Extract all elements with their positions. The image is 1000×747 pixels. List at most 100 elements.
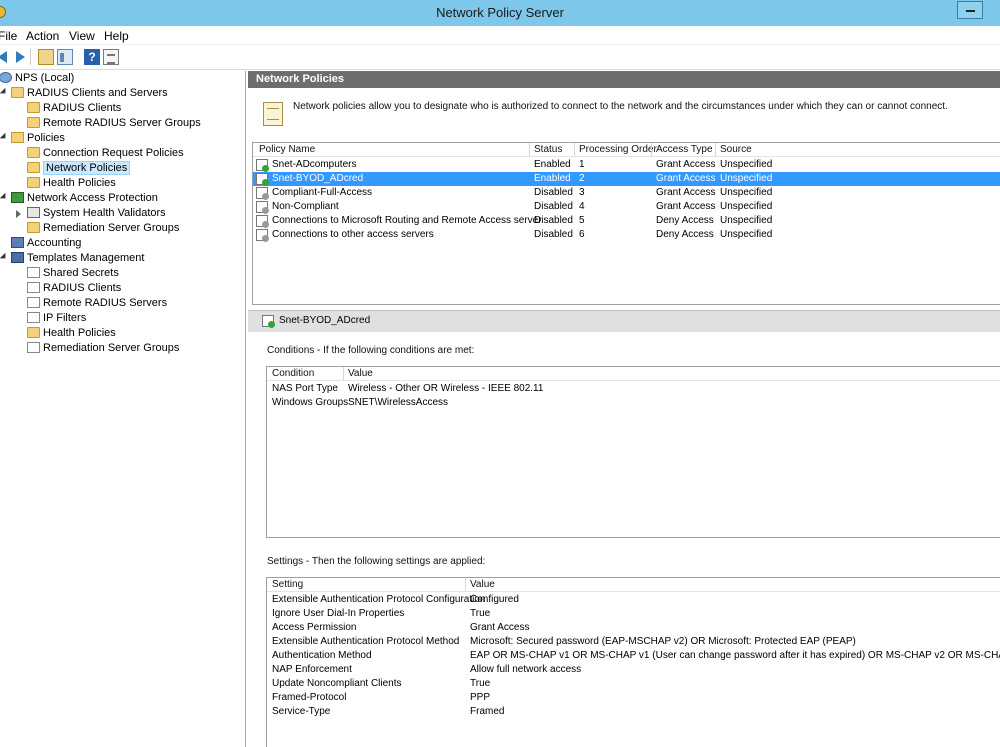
- policy-status: Disabled: [534, 229, 573, 240]
- help-icon[interactable]: ?: [84, 49, 100, 65]
- column-header-policy-name[interactable]: Policy Name: [259, 144, 315, 155]
- condition-name: NAS Port Type: [272, 383, 338, 394]
- tree-item-shared-secrets[interactable]: Shared Secrets: [27, 266, 119, 281]
- settings-list[interactable]: Setting Value Extensible Authentication …: [266, 577, 1000, 747]
- folder-icon: [27, 222, 40, 233]
- tree-item-remote-radius-servers[interactable]: Remote RADIUS Servers: [27, 296, 167, 311]
- templates-icon: [11, 252, 24, 263]
- menu-help[interactable]: Help: [104, 29, 129, 43]
- table-row-selected[interactable]: Snet-BYOD_ADcred Enabled 2 Grant Access …: [253, 172, 1000, 186]
- setting-name: Service-Type: [272, 706, 331, 717]
- table-row[interactable]: Authentication Method EAP OR MS-CHAP v1 …: [267, 649, 1000, 663]
- policy-name: Snet-BYOD_ADcred: [272, 173, 364, 184]
- setting-name: Extensible Authentication Protocol Metho…: [272, 636, 460, 647]
- setting-name: Authentication Method: [272, 650, 372, 661]
- column-header-status[interactable]: Status: [534, 144, 562, 155]
- tree-item-template-radius-clients[interactable]: RADIUS Clients: [27, 281, 121, 296]
- policy-source: Unspecified: [720, 187, 773, 198]
- table-row[interactable]: Extensible Authentication Protocol Metho…: [267, 635, 1000, 649]
- column-header-processing-order[interactable]: Processing Order: [579, 144, 657, 155]
- table-row[interactable]: Windows Groups SNET\WirelessAccess: [267, 396, 1000, 410]
- table-row[interactable]: Ignore User Dial-In Properties True: [267, 607, 1000, 621]
- table-row[interactable]: Connections to Microsoft Routing and Rem…: [253, 214, 1000, 228]
- condition-value: SNET\WirelessAccess: [348, 397, 449, 408]
- table-row[interactable]: Non-Compliant Disabled 4 Grant Access Un…: [253, 200, 1000, 214]
- policy-order: 1: [579, 159, 585, 170]
- tree-item-template-health-policies[interactable]: Health Policies: [27, 326, 116, 341]
- expand-icon[interactable]: [0, 87, 9, 97]
- tree-item-template-remediation-server-groups[interactable]: Remediation Server Groups: [27, 341, 179, 356]
- up-folder-icon[interactable]: [38, 49, 54, 65]
- table-row[interactable]: Snet-ADcomputers Enabled 1 Grant Access …: [253, 158, 1000, 172]
- document-icon: [27, 282, 40, 293]
- policy-source: Unspecified: [720, 215, 773, 226]
- table-row[interactable]: Service-Type Framed: [267, 705, 1000, 719]
- tree-item-network-access-protection[interactable]: Network Access Protection: [11, 191, 158, 206]
- tree-item-network-policies[interactable]: Network Policies: [27, 161, 131, 176]
- nap-icon: [11, 192, 24, 203]
- menu-action[interactable]: Action: [26, 29, 59, 43]
- policy-access: Deny Access: [656, 215, 714, 226]
- policy-source: Unspecified: [720, 229, 773, 240]
- conditions-header: Condition Value: [267, 367, 1000, 381]
- settings-label: Settings - Then the following settings a…: [267, 556, 486, 567]
- console-tree[interactable]: NPS (Local) RADIUS Clients and Servers R…: [0, 71, 246, 747]
- column-header-condition[interactable]: Condition: [272, 368, 314, 379]
- table-row[interactable]: NAS Port Type Wireless - Other OR Wirele…: [267, 382, 1000, 396]
- forward-arrow-icon[interactable]: [12, 49, 28, 65]
- expand-icon[interactable]: [0, 192, 9, 202]
- setting-value: PPP: [470, 692, 491, 703]
- expand-icon[interactable]: [0, 132, 9, 142]
- notepad-icon: [263, 102, 283, 126]
- tree-item-policies[interactable]: Policies: [11, 131, 65, 146]
- column-header-setting[interactable]: Setting: [272, 579, 303, 590]
- table-row[interactable]: Compliant-Full-Access Disabled 3 Grant A…: [253, 186, 1000, 200]
- column-header-value[interactable]: Value: [348, 368, 373, 379]
- tree-item-remediation-server-groups[interactable]: Remediation Server Groups: [27, 221, 179, 236]
- tree-item-remote-radius-server-groups[interactable]: Remote RADIUS Server Groups: [27, 116, 201, 131]
- folder-icon: [11, 132, 24, 143]
- table-row[interactable]: NAP Enforcement Allow full network acces…: [267, 663, 1000, 677]
- tree-item-radius-clients[interactable]: RADIUS Clients: [27, 101, 121, 116]
- tree-item-radius-clients-and-servers[interactable]: RADIUS Clients and Servers: [11, 86, 168, 101]
- table-row[interactable]: Extensible Authentication Protocol Confi…: [267, 593, 1000, 607]
- tree-item-templates-management[interactable]: Templates Management: [11, 251, 144, 266]
- table-row[interactable]: Framed-Protocol PPP: [267, 691, 1000, 705]
- table-row[interactable]: Connections to other access servers Disa…: [253, 228, 1000, 242]
- properties-icon[interactable]: [103, 49, 119, 65]
- policy-name: Snet-ADcomputers: [272, 159, 357, 170]
- policy-disabled-icon: [256, 215, 269, 228]
- column-header-access-type[interactable]: Access Type: [656, 144, 713, 155]
- collapse-icon[interactable]: [16, 210, 21, 218]
- policy-name: Connections to Microsoft Routing and Rem…: [272, 215, 542, 226]
- table-row[interactable]: Access Permission Grant Access: [267, 621, 1000, 635]
- conditions-list[interactable]: Condition Value NAS Port Type Wireless -…: [266, 366, 1000, 538]
- policy-source: Unspecified: [720, 159, 773, 170]
- tree-item-accounting[interactable]: Accounting: [11, 236, 81, 251]
- column-header-source[interactable]: Source: [720, 144, 752, 155]
- menu-view[interactable]: View: [69, 29, 95, 43]
- tree-item-ip-filters[interactable]: IP Filters: [27, 311, 86, 326]
- show-hide-tree-icon[interactable]: [57, 49, 73, 65]
- table-row[interactable]: Update Noncompliant Clients True: [267, 677, 1000, 691]
- policies-header: Policy Name Status Processing Order Acce…: [253, 143, 1000, 157]
- column-header-value[interactable]: Value: [470, 579, 495, 590]
- tree-item-nps-local[interactable]: NPS (Local): [0, 71, 74, 86]
- tree-item-connection-request-policies[interactable]: Connection Request Policies: [27, 146, 184, 161]
- policy-order: 4: [579, 201, 585, 212]
- policy-order: 2: [579, 173, 585, 184]
- tree-item-system-health-validators[interactable]: System Health Validators: [27, 206, 166, 221]
- folder-icon: [11, 87, 24, 98]
- menu-file[interactable]: File: [0, 29, 17, 43]
- setting-name: Ignore User Dial-In Properties: [272, 608, 405, 619]
- back-arrow-icon[interactable]: [0, 49, 12, 65]
- tree-item-health-policies[interactable]: Health Policies: [27, 176, 116, 191]
- expand-icon[interactable]: [0, 252, 9, 262]
- minimize-button[interactable]: [957, 1, 983, 19]
- policies-list[interactable]: Policy Name Status Processing Order Acce…: [252, 142, 1000, 305]
- description-area: Network policies allow you to designate …: [248, 88, 1000, 140]
- folder-icon: [27, 117, 40, 128]
- title-bar: Network Policy Server: [0, 0, 1000, 26]
- document-icon: [27, 267, 40, 278]
- policy-enabled-icon: [256, 173, 269, 186]
